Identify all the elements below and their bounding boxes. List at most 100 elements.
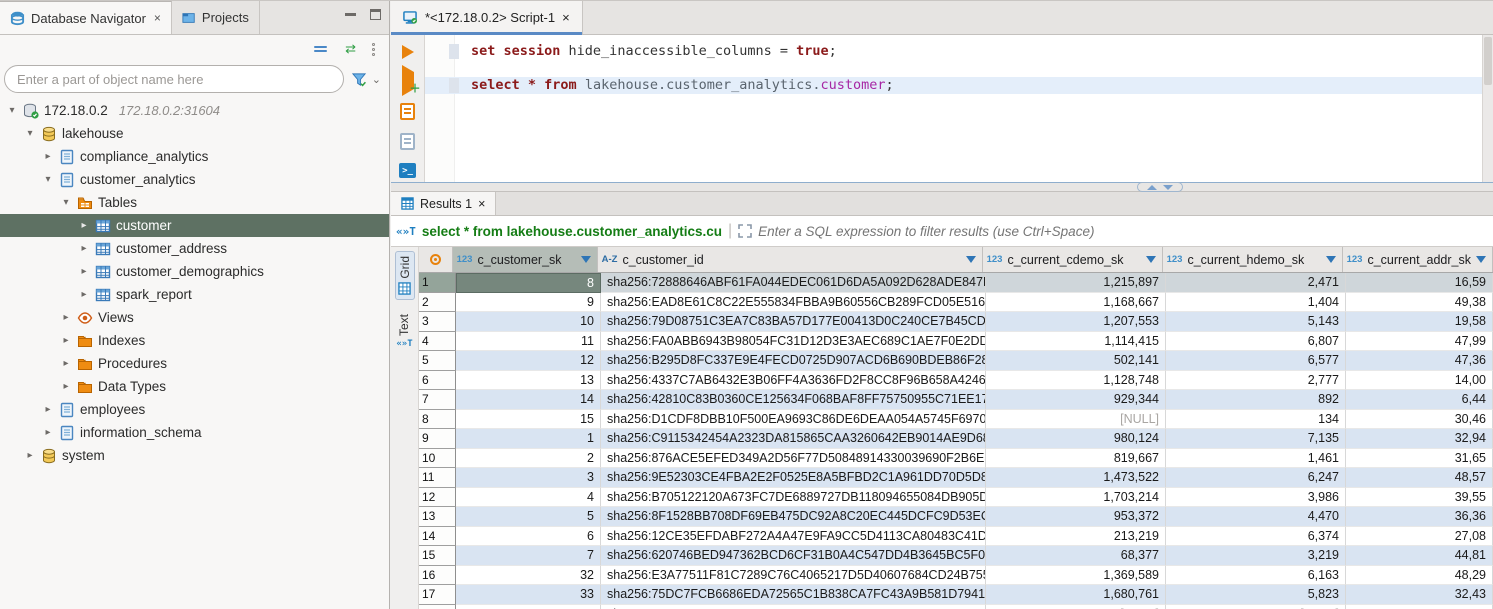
column-header-c_current_cdemo_sk[interactable]: 123c_current_cdemo_sk (983, 247, 1163, 272)
cell-c_current_hdemo_sk[interactable]: 6,163 (1166, 566, 1346, 586)
cell-c_customer_sk[interactable]: 9 (456, 293, 601, 313)
execute-script-icon[interactable] (400, 103, 415, 120)
cell-c_customer_id[interactable]: sha256:4337C7AB6432E3B06FF4A3636FD2F8CC8… (601, 371, 986, 391)
cell-c_customer_sk[interactable]: 12 (456, 351, 601, 371)
row-number[interactable]: 10 (419, 449, 456, 469)
cell-c_current_cdemo_sk[interactable]: 1,680,761 (986, 585, 1166, 605)
column-header-c_customer_id[interactable]: A-Zc_customer_id (598, 247, 983, 272)
cell-c_customer_id[interactable]: sha256:12CE35EFDABF272A4A47E9FA9CC5D4113… (601, 527, 986, 547)
tree-item-procedures[interactable]: ▸Procedures (0, 352, 389, 375)
row-number[interactable]: 1 (419, 273, 456, 293)
cell-c_customer_sk[interactable]: 1 (456, 429, 601, 449)
cell-c_current_hdemo_sk[interactable]: 892 (1166, 390, 1346, 410)
table-row[interactable]: 124sha256:B705122120A673FC7DE6889727DB11… (419, 488, 1493, 508)
cell-c_current_hdemo_sk[interactable]: 1,404 (1166, 293, 1346, 313)
chevron-right-icon[interactable]: ▸ (24, 450, 36, 461)
splitter-collapse-widget[interactable] (1137, 182, 1183, 192)
cell-c_current_addr_sk[interactable]: 31,65 (1346, 449, 1493, 469)
cell-c_customer_id[interactable]: sha256:EAD8E61C8C22E555834FBBA9B60556CB2… (601, 293, 986, 313)
cell-c_customer_sk[interactable]: 13 (456, 371, 601, 391)
table-row[interactable]: 512sha256:B295D8FC337E9E4FECD0725D907ACD… (419, 351, 1493, 371)
editor-results-splitter[interactable] (391, 182, 1493, 192)
table-row[interactable]: 135sha256:8F1528BB708DF69EB475DC92A8C20E… (419, 507, 1493, 527)
cell-c_current_cdemo_sk[interactable]: [NULL] (986, 605, 1166, 609)
table-row[interactable]: 613sha256:4337C7AB6432E3B06FF4A3636FD2F8… (419, 371, 1493, 391)
close-icon[interactable]: × (478, 197, 485, 211)
cell-c_current_cdemo_sk[interactable]: 1,703,214 (986, 488, 1166, 508)
cell-c_current_cdemo_sk[interactable]: 953,372 (986, 507, 1166, 527)
cell-c_customer_sk[interactable]: 10 (456, 312, 601, 332)
row-number[interactable]: 7 (419, 390, 456, 410)
cell-c_current_addr_sk[interactable]: 47,36 (1346, 351, 1493, 371)
chevron-right-icon[interactable]: ▸ (78, 289, 90, 300)
expand-filter-icon[interactable] (738, 224, 752, 238)
link-with-editor-icon[interactable]: ⇄ (345, 41, 354, 57)
tree-item-172-18-0-2[interactable]: ▾172.18.0.2172.18.0.2:31604 (0, 99, 389, 122)
tab-script-1[interactable]: *<172.18.0.2> Script-1 × (391, 1, 583, 34)
cell-c_current_hdemo_sk[interactable]: 2,471 (1166, 273, 1346, 293)
cell-c_current_addr_sk[interactable]: 16,59 (1346, 273, 1493, 293)
cell-c_customer_id[interactable]: sha256:ABEA16E7E1ECBDCA6E01CE1095D84F37C… (601, 605, 986, 609)
table-row[interactable]: 113sha256:9E52303CE4FBA2E2F0525E8A5BFBD2… (419, 468, 1493, 488)
tree-item-indexes[interactable]: ▸Indexes (0, 329, 389, 352)
cell-c_customer_sk[interactable]: 5 (456, 507, 601, 527)
sql-code-area[interactable]: set session hide_inaccessible_columns = … (425, 35, 1482, 182)
cell-c_current_cdemo_sk[interactable]: 68,377 (986, 546, 1166, 566)
cell-c_current_hdemo_sk[interactable]: 5,823 (1166, 585, 1346, 605)
table-row[interactable]: 29sha256:EAD8E61C8C22E555834FBBA9B60556C… (419, 293, 1493, 313)
chevron-down-icon[interactable]: ▾ (6, 105, 18, 116)
cell-c_current_addr_sk[interactable]: 49,38 (1346, 293, 1493, 313)
tab-projects[interactable]: Projects (172, 1, 260, 34)
cell-c_current_hdemo_sk[interactable]: 134 (1166, 410, 1346, 430)
code-line-3[interactable]: select * from lakehouse.customer_analyti… (425, 77, 1482, 94)
row-number[interactable]: 15 (419, 546, 456, 566)
cell-c_current_cdemo_sk[interactable]: 1,369,589 (986, 566, 1166, 586)
cell-c_current_cdemo_sk[interactable]: 929,344 (986, 390, 1166, 410)
cell-c_current_addr_sk[interactable]: 19,58 (1346, 312, 1493, 332)
cell-c_customer_sk[interactable]: 32 (456, 566, 601, 586)
cell-c_current_addr_sk[interactable]: 47,99 (1346, 332, 1493, 352)
cell-c_current_hdemo_sk[interactable]: [NULL] (1166, 605, 1346, 609)
chevron-right-icon[interactable]: ▸ (60, 312, 72, 323)
cell-c_current_hdemo_sk[interactable]: 4,470 (1166, 507, 1346, 527)
menu-dots-icon[interactable] (372, 43, 375, 56)
chevron-right-icon[interactable]: ▸ (78, 220, 90, 231)
tree-item-spark-report[interactable]: ▸spark_report (0, 283, 389, 306)
cell-c_customer_sk[interactable]: 14 (456, 390, 601, 410)
cell-c_customer_sk[interactable]: 8 (456, 273, 601, 293)
cell-c_current_hdemo_sk[interactable]: 7,135 (1166, 429, 1346, 449)
cell-c_current_hdemo_sk[interactable]: 3,986 (1166, 488, 1346, 508)
row-number[interactable]: 18 (419, 605, 456, 609)
chevron-right-icon[interactable]: ▸ (42, 151, 54, 162)
table-row[interactable]: 157sha256:620746BED947362BCD6CF31B0A4C54… (419, 546, 1493, 566)
cell-c_current_addr_sk[interactable]: 32,94 (1346, 429, 1493, 449)
cell-c_current_addr_sk[interactable]: 32,43 (1346, 585, 1493, 605)
cell-c_customer_sk[interactable]: 6 (456, 527, 601, 547)
table-row[interactable]: 1632sha256:E3A77511F81C7289C76C4065217D5… (419, 566, 1493, 586)
cell-c_current_addr_sk[interactable]: 36,36 (1346, 507, 1493, 527)
chevron-right-icon[interactable]: ▸ (78, 243, 90, 254)
cell-c_current_cdemo_sk[interactable]: 1,473,522 (986, 468, 1166, 488)
row-number[interactable]: 6 (419, 371, 456, 391)
cell-c_customer_id[interactable]: sha256:D1CDF8DBB10F500EA9693C86DE6DEAA05… (601, 410, 986, 430)
cell-c_customer_sk[interactable]: 3 (456, 468, 601, 488)
view-text-button[interactable]: Text «»T (394, 310, 414, 353)
column-header-c_current_hdemo_sk[interactable]: 123c_current_hdemo_sk (1163, 247, 1343, 272)
chevron-right-icon[interactable]: ▸ (60, 358, 72, 369)
cell-c_customer_sk[interactable]: 11 (456, 332, 601, 352)
chevron-down-icon[interactable]: ⌄ (372, 73, 381, 86)
cell-c_current_addr_sk[interactable]: 6,44 (1346, 390, 1493, 410)
chevron-right-icon[interactable]: ▸ (60, 381, 72, 392)
cell-c_customer_id[interactable]: sha256:B295D8FC337E9E4FECD0725D907ACD6B6… (601, 351, 986, 371)
table-row[interactable]: 146sha256:12CE35EFDABF272A4A47E9FA9CC5D4… (419, 527, 1493, 547)
row-number[interactable]: 12 (419, 488, 456, 508)
table-row[interactable]: 714sha256:42810C83B0360CE125634F068BAF8F… (419, 390, 1493, 410)
cell-c_customer_id[interactable]: sha256:E3A77511F81C7289C76C4065217D5D406… (601, 566, 986, 586)
cell-c_current_hdemo_sk[interactable]: 6,247 (1166, 468, 1346, 488)
tree-item-system[interactable]: ▸system (0, 444, 389, 467)
cell-c_customer_sk[interactable]: 7 (456, 546, 601, 566)
sort-dropdown-icon[interactable] (1476, 256, 1486, 263)
tree-item-tables[interactable]: ▾Tables (0, 191, 389, 214)
filter-expression-input[interactable] (758, 224, 1493, 239)
cell-c_current_hdemo_sk[interactable]: 6,807 (1166, 332, 1346, 352)
